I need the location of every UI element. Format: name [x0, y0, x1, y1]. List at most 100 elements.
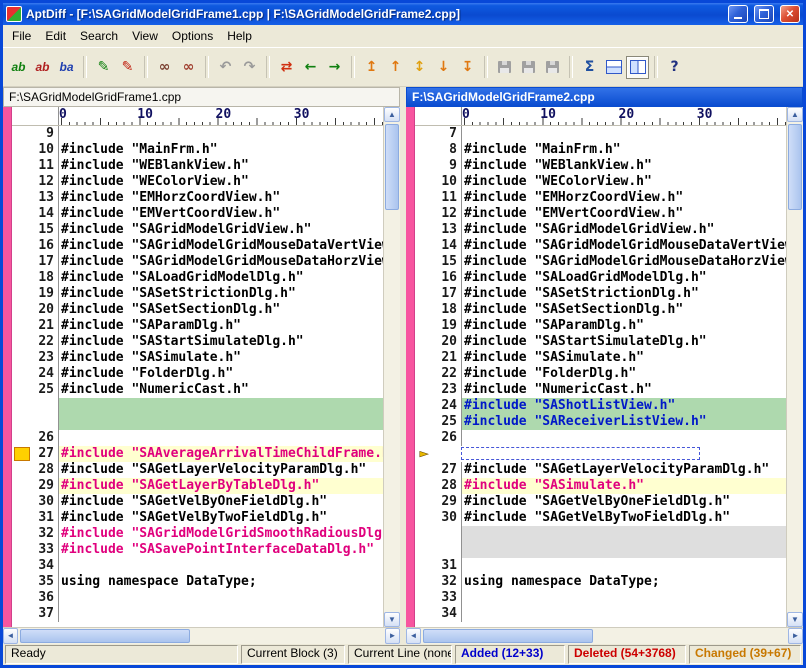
edit-right-icon[interactable]: ✎ [116, 56, 139, 79]
copy-to-right-icon[interactable]: → [323, 56, 346, 79]
horizontal-scroll-track[interactable] [421, 628, 788, 644]
code-text[interactable]: #include "SASimulate.h" [461, 478, 786, 494]
find-icon[interactable]: ∞ [153, 56, 176, 79]
code-text[interactable]: #include "SAGridModelGridView.h" [461, 222, 786, 238]
code-text[interactable]: #include "SASavePointInterfaceDataDlg.h" [58, 542, 383, 558]
code-text[interactable]: #include "SALoadGridModelDlg.h" [58, 270, 383, 286]
code-text[interactable]: #include "SAStartSimulateDlg.h" [58, 334, 383, 350]
code-text[interactable] [461, 558, 786, 574]
code-text[interactable]: #include "SALoadGridModelDlg.h" [461, 270, 786, 286]
code-text[interactable]: #include "SASimulate.h" [461, 350, 786, 366]
code-text[interactable]: #include "SASetStrictionDlg.h" [461, 286, 786, 302]
code-text[interactable]: #include "SAParamDlg.h" [461, 318, 786, 334]
horizontal-scrollbar[interactable]: ◄ ► [406, 627, 803, 644]
code-text[interactable]: #include "EMHorzCoordView.h" [461, 190, 786, 206]
code-text[interactable]: using namespace DataType; [461, 574, 786, 590]
scroll-up-button[interactable]: ▲ [384, 107, 400, 122]
code-text[interactable] [461, 526, 786, 542]
help-icon[interactable]: ? [663, 56, 686, 79]
code-text[interactable]: #include "WEBlankView.h" [461, 158, 786, 174]
vertical-scroll-thumb[interactable] [385, 124, 399, 210]
code-text[interactable] [58, 606, 383, 622]
code-text[interactable]: #include "SAGetVelByOneFieldDlg.h" [58, 494, 383, 510]
right-file-header[interactable]: F:\SAGridModelGridFrame2.cpp [406, 87, 803, 107]
code-text[interactable]: #include "SAGetLayerVelocityParamDlg.h" [461, 462, 786, 478]
edit-left-icon[interactable]: ✎ [92, 56, 115, 79]
vertical-scrollbar[interactable]: ▲ ▼ [383, 107, 400, 627]
code-text[interactable]: #include "SAGetLayerByTableDlg.h" [58, 478, 383, 494]
current-difference-icon[interactable]: ↕ [408, 56, 431, 79]
code-text[interactable]: #include "FolderDlg.h" [58, 366, 383, 382]
vertical-scroll-track[interactable] [384, 122, 400, 612]
code-text[interactable]: #include "WEColorView.h" [58, 174, 383, 190]
vertical-scroll-thumb[interactable] [788, 124, 802, 210]
code-text[interactable]: #include "SAGridModelGridMouseDataHorzVi… [58, 254, 383, 270]
code-text[interactable]: #include "SAGetVelByTwoFieldDlg.h" [461, 510, 786, 526]
code-text[interactable] [461, 430, 786, 446]
code-text[interactable]: #include "SAGetVelByOneFieldDlg.h" [461, 494, 786, 510]
code-text[interactable]: #include "WEColorView.h" [461, 174, 786, 190]
code-text[interactable]: #include "WEBlankView.h" [58, 158, 383, 174]
code-text[interactable]: #include "SAGridModelGridMouseDataHorzVi… [461, 254, 786, 270]
code-text[interactable]: #include "SAAverageArrivalTimeChildFrame… [58, 446, 383, 462]
left-file-header[interactable]: F:\SAGridModelGridFrame1.cpp [3, 87, 400, 107]
change-map-strip[interactable] [406, 107, 415, 627]
code-text[interactable]: #include "EMVertCoordView.h" [58, 206, 383, 222]
close-button[interactable]: ✕ [780, 5, 800, 23]
code-text[interactable]: #include "SAGetVelByTwoFieldDlg.h" [58, 510, 383, 526]
title-bar[interactable]: AptDiff - [F:\SAGridModelGridFrame1.cpp … [3, 3, 803, 25]
last-difference-icon[interactable]: ↧ [456, 56, 479, 79]
code-text[interactable]: #include "SASetSectionDlg.h" [58, 302, 383, 318]
minimize-button[interactable] [728, 5, 748, 23]
code-text[interactable] [461, 590, 786, 606]
code-text[interactable]: #include "NumericCast.h" [58, 382, 383, 398]
menu-search[interactable]: Search [73, 26, 125, 46]
merge-swap-icon[interactable]: ⇄ [275, 56, 298, 79]
code-text[interactable] [58, 430, 383, 446]
code-text[interactable]: #include "FolderDlg.h" [461, 366, 786, 382]
code-text[interactable]: #include "MainFrm.h" [461, 142, 786, 158]
code-text[interactable]: #include "SAGridModelGridMouseDataVertVi… [58, 238, 383, 254]
vertical-scroll-track[interactable] [787, 122, 803, 612]
code-text[interactable]: #include "SAGridModelGridView.h" [58, 222, 383, 238]
code-text[interactable] [461, 126, 786, 142]
layout-vertical-icon[interactable] [626, 56, 649, 79]
code-text[interactable]: #include "EMHorzCoordView.h" [58, 190, 383, 206]
maximize-button[interactable] [754, 5, 774, 23]
code-text[interactable] [58, 414, 383, 430]
code-text[interactable] [461, 447, 700, 460]
scroll-left-button[interactable]: ◄ [406, 628, 421, 644]
save-left-icon[interactable] [493, 56, 516, 79]
code-text[interactable]: #include "SAShotListView.h" [461, 398, 786, 414]
compare-to-file-icon[interactable]: ab [31, 56, 54, 79]
redo-icon[interactable]: ↷ [238, 56, 261, 79]
menu-view[interactable]: View [125, 26, 165, 46]
menu-options[interactable]: Options [165, 26, 220, 46]
scroll-left-button[interactable]: ◄ [3, 628, 18, 644]
code-text[interactable]: #include "SASetSectionDlg.h" [461, 302, 786, 318]
code-text[interactable] [58, 398, 383, 414]
code-text[interactable]: using namespace DataType; [58, 574, 383, 590]
code-text[interactable]: #include "MainFrm.h" [58, 142, 383, 158]
first-difference-icon[interactable]: ↥ [360, 56, 383, 79]
code-text[interactable] [461, 606, 786, 622]
save-all-icon[interactable] [541, 56, 564, 79]
code-text[interactable]: #include "SASimulate.h" [58, 350, 383, 366]
code-text[interactable]: #include "SAGridModelGridSmoothRadiousDl… [58, 526, 383, 542]
save-right-icon[interactable] [517, 56, 540, 79]
previous-difference-icon[interactable]: ↑ [384, 56, 407, 79]
scroll-right-button[interactable]: ► [385, 628, 400, 644]
horizontal-scroll-thumb[interactable] [20, 629, 190, 643]
statistics-icon[interactable]: Σ [578, 56, 601, 79]
scroll-right-button[interactable]: ► [788, 628, 803, 644]
code-text[interactable]: #include "SAGetLayerVelocityParamDlg.h" [58, 462, 383, 478]
code-text[interactable] [58, 126, 383, 142]
code-text[interactable]: #include "NumericCast.h" [461, 382, 786, 398]
code-text[interactable] [461, 542, 786, 558]
menu-help[interactable]: Help [220, 26, 259, 46]
horizontal-scroll-thumb[interactable] [423, 629, 593, 643]
code-text[interactable] [58, 590, 383, 606]
layout-horizontal-icon[interactable] [602, 56, 625, 79]
undo-icon[interactable]: ↶ [214, 56, 237, 79]
horizontal-scrollbar[interactable]: ◄ ► [3, 627, 400, 644]
